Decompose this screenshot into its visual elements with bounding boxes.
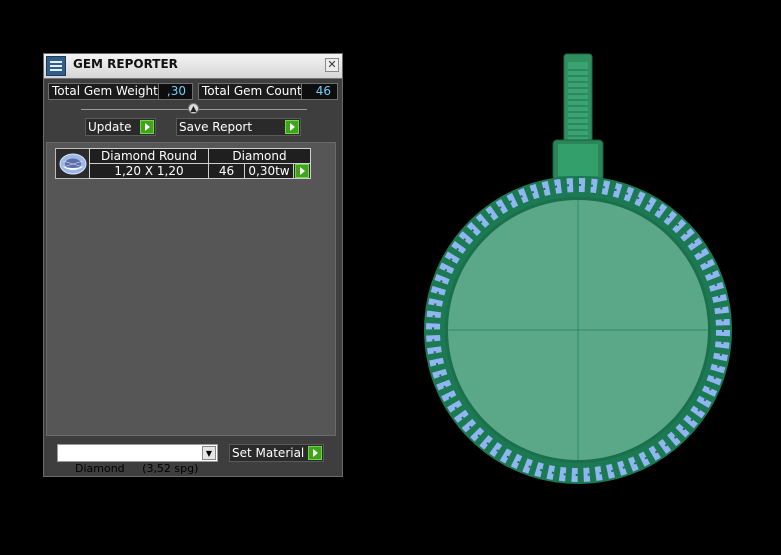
diamond-round-icon — [55, 148, 90, 179]
total-gem-count-label: Total Gem Count — [198, 83, 302, 100]
pendant-3d-viewport[interactable] — [400, 40, 760, 510]
play-arrow-icon — [285, 120, 299, 134]
set-material-button[interactable]: Set Material — [229, 444, 324, 462]
pendant-frame — [424, 176, 732, 484]
total-gem-weight-label: Total Gem Weight — [48, 83, 159, 100]
update-button[interactable]: Update — [85, 118, 156, 136]
title-bar[interactable]: GEM REPORTER ✕ — [44, 54, 342, 79]
save-report-button[interactable]: Save Report — [176, 118, 301, 136]
play-arrow-icon — [140, 120, 154, 134]
play-arrow-icon — [308, 446, 322, 460]
play-arrow-icon — [295, 164, 309, 178]
set-material-label: Set Material — [232, 446, 305, 460]
save-report-label: Save Report — [179, 120, 253, 134]
material-select-value: Diamond (3,52 spg) — [75, 462, 199, 475]
gem-reporter-panel: GEM REPORTER ✕ Total Gem Weight ,30 Tota… — [43, 53, 343, 477]
total-gem-weight-value: ,30 — [158, 83, 193, 100]
update-label: Update — [88, 120, 132, 134]
gem-size-cell: 1,20 X 1,20 — [89, 163, 209, 179]
gem-material-cell: Diamond — [208, 148, 311, 164]
chevron-down-icon[interactable]: ▼ — [202, 446, 216, 460]
app-icon — [46, 56, 66, 76]
gem-shape-cell: Diamond Round — [89, 148, 209, 164]
total-gem-count-value: 46 — [301, 83, 338, 100]
gem-list: Diamond Round Diamond 1,20 X 1,20 46 0,3… — [46, 142, 336, 436]
window-title: GEM REPORTER — [73, 57, 178, 71]
gem-weight-cell: 0,30tw — [244, 163, 294, 179]
material-select[interactable]: Diamond (3,52 spg) ▼ — [57, 444, 218, 475]
close-button[interactable]: ✕ — [325, 58, 339, 72]
gem-count-cell: 46 — [208, 163, 245, 179]
pendant-bail — [552, 53, 604, 181]
gem-detail-button[interactable] — [293, 163, 311, 179]
collapse-button[interactable]: ▲ — [188, 103, 199, 114]
